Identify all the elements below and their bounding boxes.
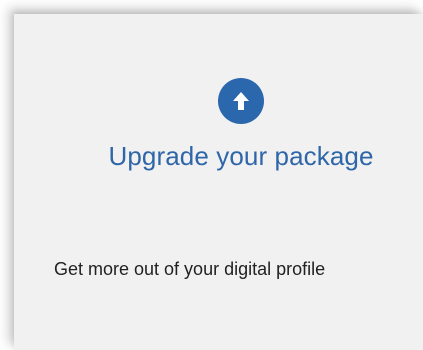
card-description: Get more out of your digital profile [54,259,326,279]
card-title: Upgrade your package [108,141,374,171]
arrow-up-circle-icon [218,78,264,124]
upgrade-card[interactable]: Upgrade your package Get more out of you… [14,14,423,350]
